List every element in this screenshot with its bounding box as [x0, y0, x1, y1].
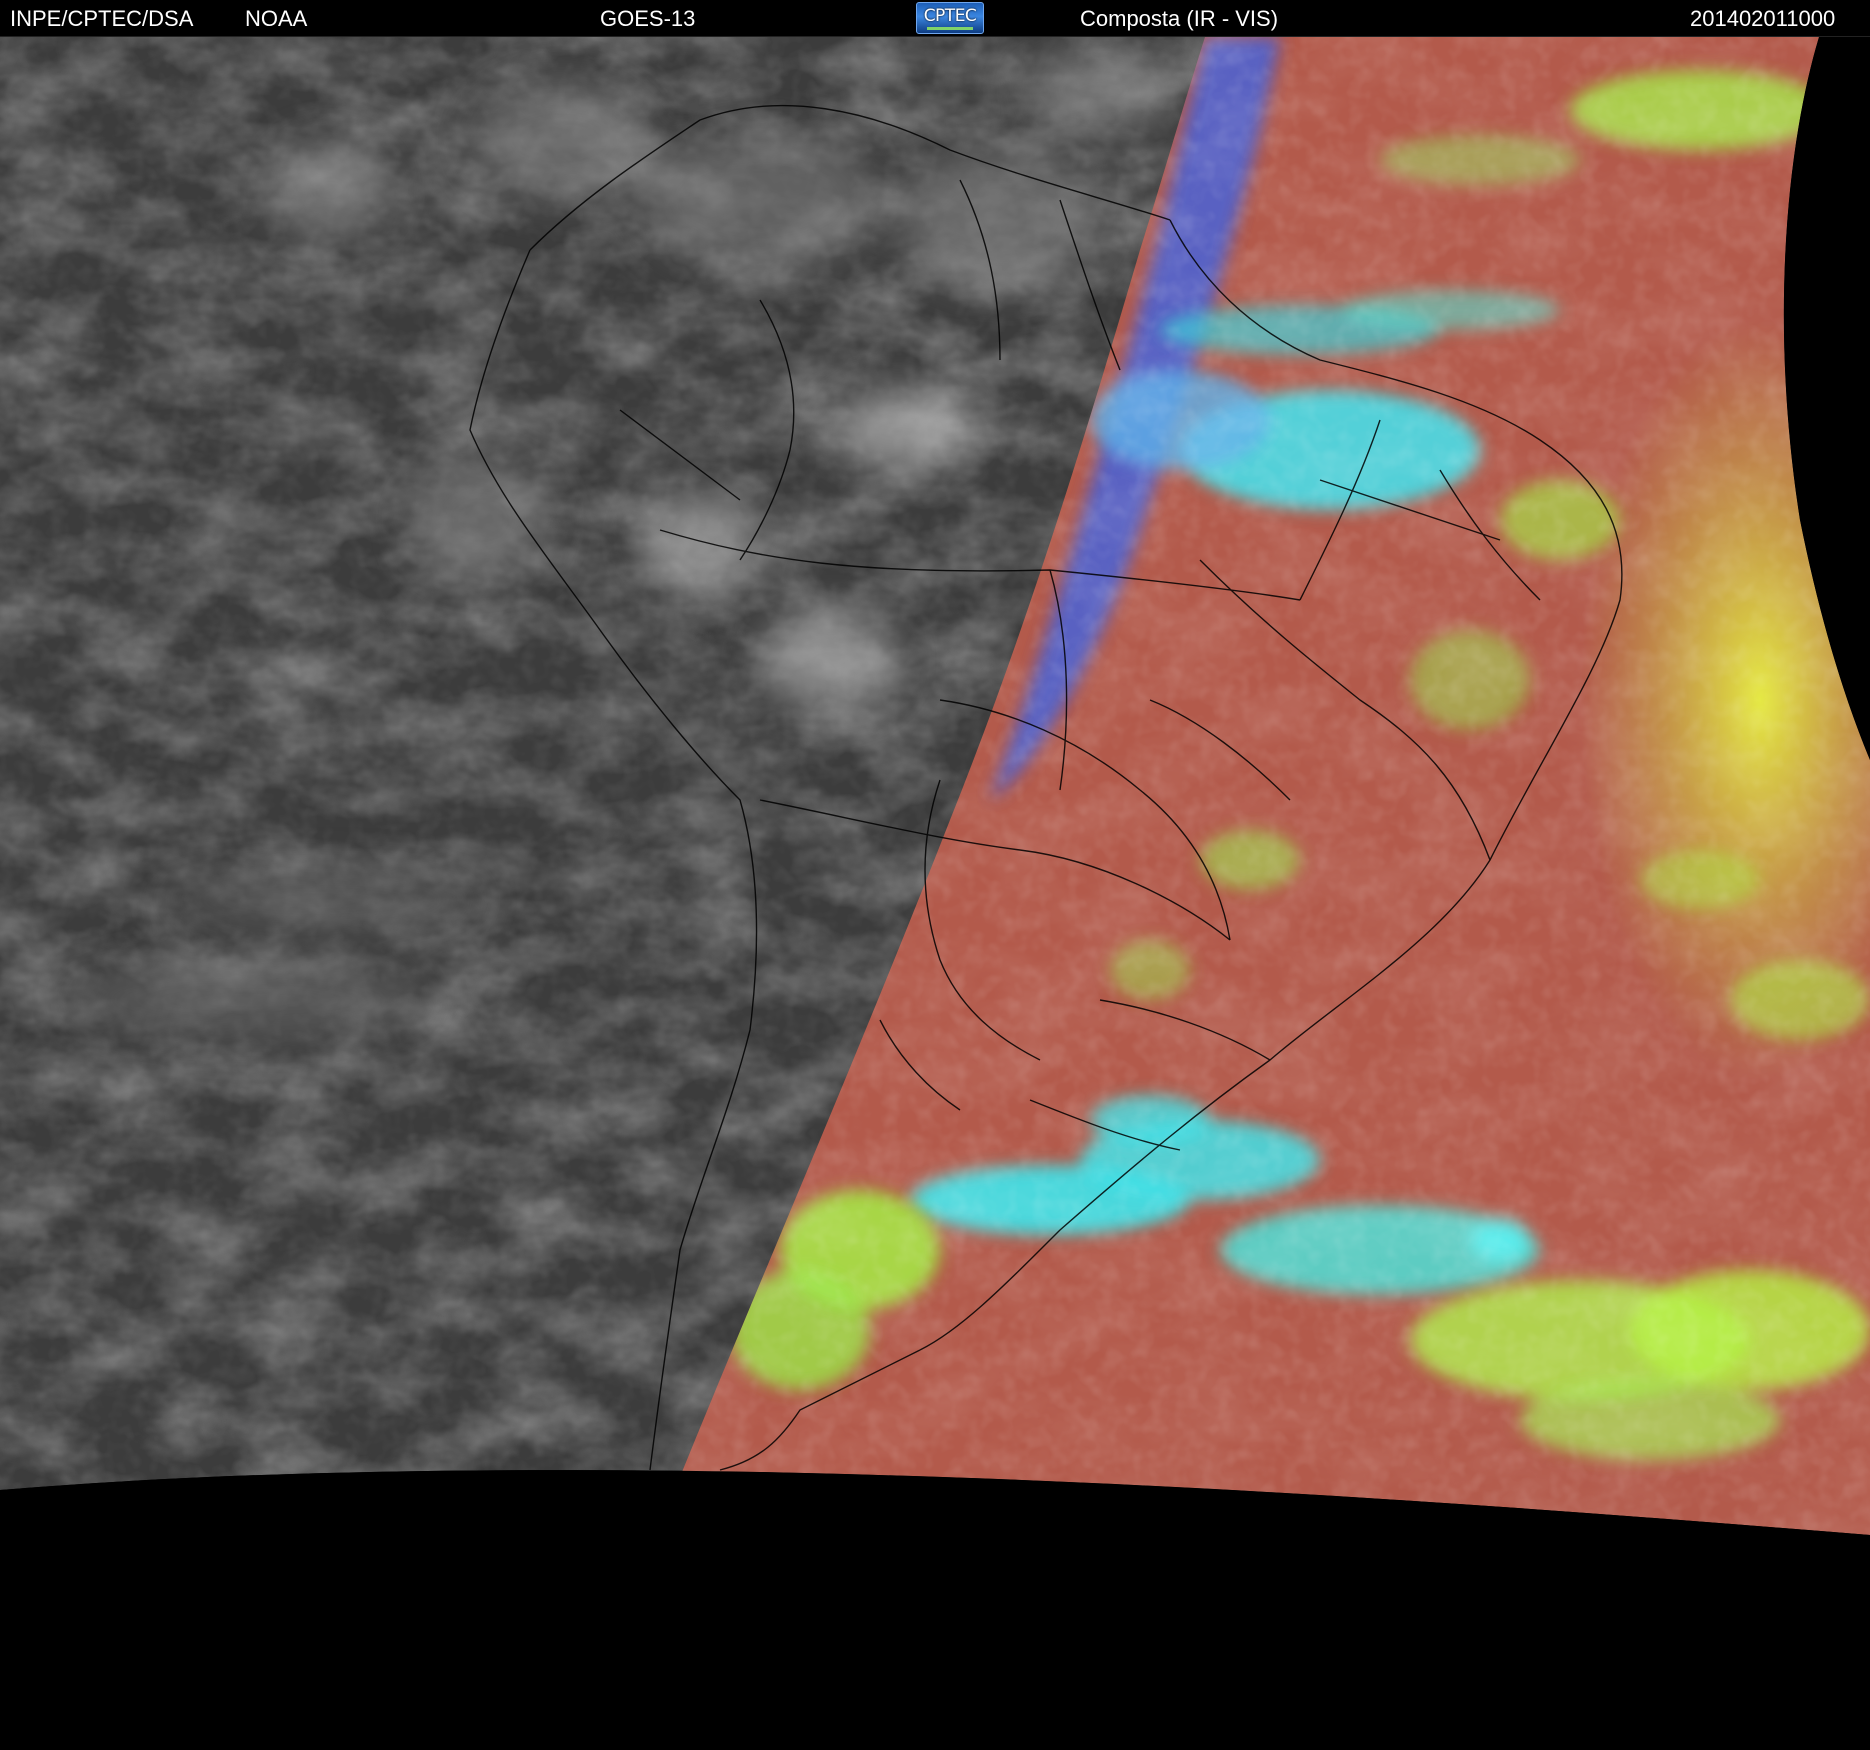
agency-label: INPE/CPTEC/DSA — [10, 6, 194, 31]
cptec-logo-text: CPTEC — [923, 6, 977, 26]
satellite-image — [0, 37, 1870, 1750]
image-header: INPE/CPTEC/DSA NOAA GOES-13 CPTEC Compos… — [0, 0, 1870, 37]
cptec-logo-bar — [927, 27, 973, 30]
product-label: Composta (IR - VIS) — [1080, 6, 1279, 31]
timestamp-label: 201402011000 — [1690, 6, 1836, 31]
satellite-label: GOES-13 — [600, 6, 696, 31]
cptec-logo: CPTEC — [916, 2, 984, 34]
source-label: NOAA — [245, 6, 308, 31]
